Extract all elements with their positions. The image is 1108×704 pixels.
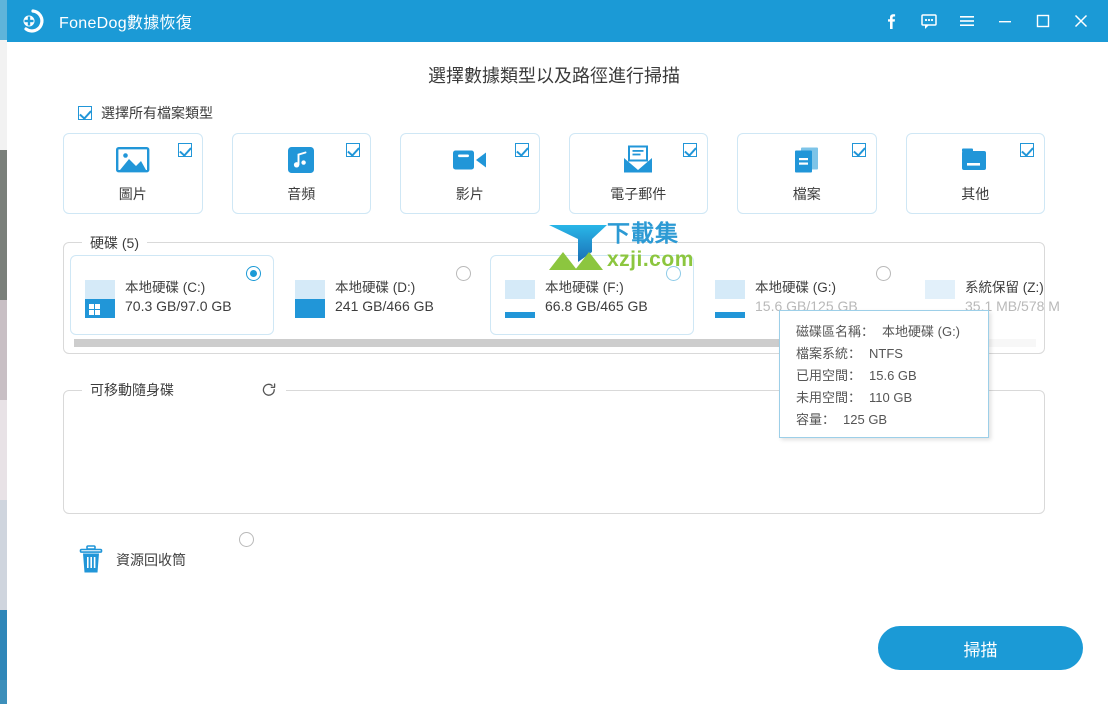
checkbox-icon[interactable] [1020,143,1034,157]
drive-name: 本地硬碟 (G:) [755,276,858,296]
file-type-card-video[interactable]: 影片 [400,133,540,214]
image-icon [116,145,150,175]
tooltip-row: 已用空間： 15.6 GB [796,365,988,387]
tooltip-value: 110 GB [869,387,912,409]
hard-drives-legend: 硬碟 (5) [82,233,147,253]
checkbox-icon[interactable] [515,143,529,157]
feedback-icon[interactable] [910,0,948,42]
audio-icon [287,145,315,175]
file-type-label: 檔案 [793,184,821,204]
tooltip-key: 磁碟區名稱： [796,321,874,343]
file-type-label: 影片 [456,184,484,204]
desktop-edge-strip [0,0,7,704]
tooltip-key: 容量： [796,409,835,431]
select-all-label: 選擇所有檔案類型 [101,103,213,123]
other-icon [960,145,990,175]
video-icon [452,145,488,175]
file-type-label: 電子郵件 [610,184,666,204]
title-bar: FoneDog數據恢復 [7,0,1108,42]
page-title: 選擇數據類型以及路徑進行掃描 [0,62,1108,88]
drive-size: 70.3 GB/97.0 GB [125,298,232,314]
file-type-card-list: 圖片 音頻 影片 [63,133,1045,214]
file-type-card-document[interactable]: 檔案 [737,133,877,214]
drive-size: 241 GB/466 GB [335,298,434,314]
drive-info: 本地硬碟 (F:) 66.8 GB/465 GB [545,276,648,314]
tooltip-value: 本地硬碟 (G:) [882,321,960,343]
tooltip-key: 未用空間： [796,387,861,409]
checkbox-icon [78,106,92,120]
removable-drives-legend-row: 可移動隨身碟 [82,380,286,400]
drive-info-tooltip: 磁碟區名稱： 本地硬碟 (G:) 檔案系統： NTFS 已用空間： 15.6 G… [779,310,989,438]
file-type-card-image[interactable]: 圖片 [63,133,203,214]
tooltip-key: 檔案系統： [796,343,861,365]
removable-drives-legend: 可移動隨身碟 [90,380,174,400]
fonedog-logo-icon [17,6,47,36]
drive-icon [715,280,745,318]
tooltip-value: 125 GB [843,409,887,431]
windows-logo-icon [89,304,100,315]
tooltip-value: NTFS [869,343,903,365]
drive-radio-d[interactable] [456,266,471,281]
drive-info: 本地硬碟 (G:) 15.6 GB/125 GB [755,276,858,314]
file-type-card-audio[interactable]: 音頻 [232,133,372,214]
drive-info: 本地硬碟 (C:) 70.3 GB/97.0 GB [125,276,232,314]
drive-radio-f[interactable] [666,266,681,281]
file-type-label: 音頻 [287,184,315,204]
minimize-icon[interactable] [986,0,1024,42]
drive-icon [505,280,535,318]
drive-name: 系統保留 (Z:) [965,276,1060,296]
drive-name: 本地硬碟 (F:) [545,276,648,296]
tooltip-value: 15.6 GB [869,365,917,387]
file-type-label: 圖片 [119,184,147,204]
checkbox-icon[interactable] [346,143,360,157]
drive-info: 系統保留 (Z:) 35.1 MB/578 M [965,276,1060,314]
recycle-bin-radio[interactable] [239,532,254,547]
scan-button[interactable]: 掃描 [878,626,1083,670]
refresh-icon[interactable] [260,381,278,399]
recycle-bin-label: 資源回收筒 [116,550,186,570]
drive-size: 66.8 GB/465 GB [545,298,648,314]
drive-icon [295,280,325,318]
tooltip-row: 未用空間： 110 GB [796,387,988,409]
facebook-icon[interactable] [872,0,910,42]
checkbox-icon[interactable] [178,143,192,157]
drive-name: 本地硬碟 (C:) [125,276,232,296]
file-type-card-other[interactable]: 其他 [906,133,1046,214]
app-title: FoneDog數據恢復 [59,9,192,33]
tooltip-key: 已用空間： [796,365,861,387]
email-icon [622,145,654,175]
checkbox-icon[interactable] [852,143,866,157]
drive-card-c[interactable]: 本地硬碟 (C:) 70.3 GB/97.0 GB [70,255,274,335]
drive-icon [85,280,115,318]
file-type-label: 其他 [961,184,989,204]
trash-icon [78,545,104,575]
menu-icon[interactable] [948,0,986,42]
file-type-card-email[interactable]: 電子郵件 [569,133,709,214]
drive-card-f[interactable]: 本地硬碟 (F:) 66.8 GB/465 GB [490,255,694,335]
select-all-filetypes-checkbox[interactable]: 選擇所有檔案類型 [78,103,213,123]
drive-radio-c[interactable] [246,266,261,281]
tooltip-row: 檔案系統： NTFS [796,343,988,365]
application-window: FoneDog數據恢復 [0,0,1108,704]
recycle-bin-item[interactable]: 資源回收筒 [78,545,186,575]
close-icon[interactable] [1062,0,1100,42]
drive-info: 本地硬碟 (D:) 241 GB/466 GB [335,276,434,314]
checkbox-icon[interactable] [683,143,697,157]
tooltip-row: 容量： 125 GB [796,409,988,431]
drive-card-d[interactable]: 本地硬碟 (D:) 241 GB/466 GB [280,255,484,335]
maximize-icon[interactable] [1024,0,1062,42]
drive-name: 本地硬碟 (D:) [335,276,434,296]
tooltip-row: 磁碟區名稱： 本地硬碟 (G:) [796,321,988,343]
document-icon [792,145,822,175]
drive-radio-g[interactable] [876,266,891,281]
